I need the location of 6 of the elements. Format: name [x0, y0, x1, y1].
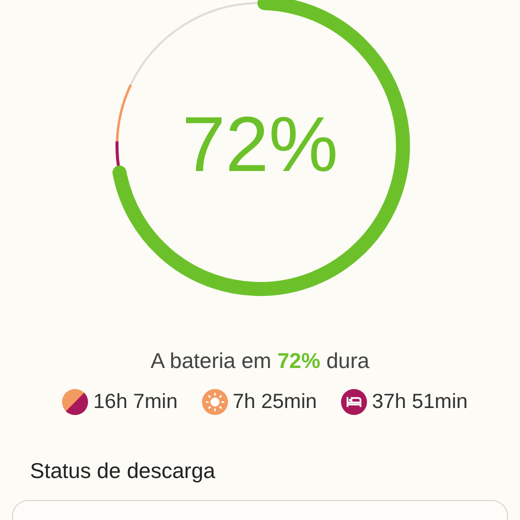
duration-text: 37h 51min — [372, 390, 468, 414]
duration-text: 16h 7min — [93, 390, 178, 414]
battery-summary: A bateria em 72% dura — [150, 349, 370, 373]
duration-text: 7h 25min — [232, 390, 317, 414]
section-title: Status de descarga — [30, 459, 216, 483]
battery-percentage: 72% — [182, 100, 338, 188]
